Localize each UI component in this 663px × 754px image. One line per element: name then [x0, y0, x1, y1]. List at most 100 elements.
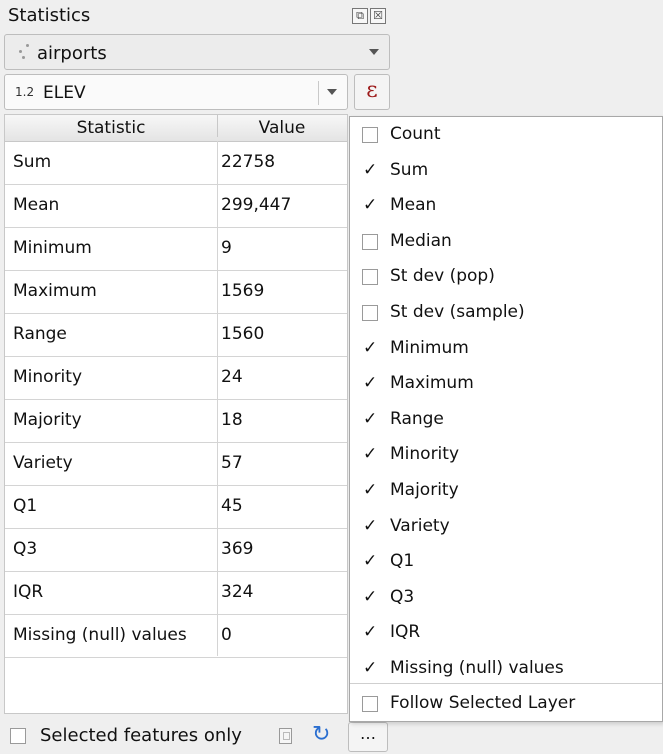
menu-item-majority[interactable]: Majority [350, 474, 662, 510]
menu-item-label: Majority [390, 480, 459, 500]
table-row[interactable]: Majority 18 [5, 399, 347, 443]
statistic-name-cell: Majority [13, 410, 82, 430]
table-row[interactable]: Minority 24 [5, 356, 347, 400]
copy-icon[interactable] [279, 728, 292, 744]
statistic-name-cell: Q1 [13, 496, 38, 516]
layer-selector[interactable]: airports [4, 34, 390, 70]
statistic-value-cell: 45 [221, 496, 243, 516]
statistic-name-cell: Minimum [13, 238, 92, 258]
selected-features-only-label[interactable]: Selected features only [40, 725, 242, 746]
menu-item-median[interactable]: Median [350, 225, 662, 261]
menu-item-count[interactable]: Count [350, 118, 662, 154]
panel-title: Statistics [8, 5, 91, 26]
table-row[interactable]: Missing (null) values 0 [5, 614, 347, 658]
menu-item-variety[interactable]: Variety [350, 510, 662, 546]
float-panel-icon[interactable]: ⧉ [352, 8, 368, 24]
menu-item-checkbox[interactable] [362, 444, 378, 464]
menu-item-q3[interactable]: Q3 [350, 581, 662, 617]
statistics-options-button[interactable]: … [348, 722, 388, 752]
statistic-name-cell: Q3 [13, 539, 38, 559]
menu-item-label: Count [390, 124, 441, 144]
menu-item-checkbox[interactable] [362, 551, 378, 571]
menu-item-label: Variety [390, 515, 450, 536]
statistic-name-cell: Mean [13, 195, 60, 215]
menu-item-label: St dev (sample) [390, 302, 525, 322]
table-row[interactable]: Minimum 9 [5, 227, 347, 271]
menu-item-q1[interactable]: Q1 [350, 545, 662, 581]
menu-item-checkbox[interactable] [362, 409, 378, 429]
menu-item-checkbox[interactable] [362, 233, 378, 250]
expression-button[interactable]: ε [354, 74, 390, 110]
statistics-table: Statistic Value Sum 22758 Mean 299,447 Minim… [4, 114, 348, 714]
table-row[interactable]: Q1 45 [5, 485, 347, 529]
menu-item-range[interactable]: Range [350, 403, 662, 439]
menu-item-maximum[interactable]: Maximum [350, 367, 662, 403]
table-row[interactable]: Range 1560 [5, 313, 347, 357]
table-row[interactable]: Maximum 1569 [5, 270, 347, 314]
menu-item-st-dev-pop[interactable]: St dev (pop) [350, 260, 662, 296]
selected-features-only-checkbox[interactable] [10, 728, 26, 744]
column-header-value[interactable]: Value [218, 115, 346, 141]
field-selector[interactable]: 1.2 ELEV [4, 74, 348, 110]
menu-item-checkbox[interactable] [362, 305, 378, 321]
refresh-icon[interactable]: ↻ [312, 723, 330, 747]
close-panel-icon[interactable]: ☒ [370, 8, 386, 24]
menu-item-checkbox[interactable] [362, 373, 378, 393]
menu-item-checkbox[interactable] [362, 658, 378, 678]
menu-item-checkbox[interactable] [362, 516, 378, 536]
statistic-name-cell: Missing (null) values [13, 625, 187, 645]
statistic-name-cell: Sum [13, 152, 52, 172]
chevron-down-icon [327, 89, 337, 95]
table-row[interactable]: Mean 299,447 [5, 184, 347, 228]
menu-item-st-dev-sample[interactable]: St dev (sample) [350, 296, 662, 332]
statistic-value-cell: 1569 [221, 281, 265, 301]
statistic-value-cell: 0 [221, 625, 232, 645]
panel-titlebar: Statistics ⧉ ☒ [0, 0, 392, 32]
menu-item-label: Minimum [390, 337, 469, 358]
table-row[interactable]: Variety 57 [5, 442, 347, 486]
menu-item-label: Mean [390, 195, 437, 216]
menu-item-label: Maximum [390, 373, 474, 394]
statistic-value-cell: 1560 [221, 324, 265, 344]
point-layer-icon [17, 42, 33, 62]
statistic-value-cell: 324 [221, 582, 254, 602]
statistic-value-cell: 57 [221, 453, 243, 473]
menu-item-iqr[interactable]: IQR [350, 616, 662, 652]
menu-item-follow-selected-layer[interactable]: Follow Selected Layer [350, 687, 662, 723]
follow-selected-layer-checkbox[interactable] [362, 696, 378, 712]
chevron-down-icon [369, 49, 379, 55]
menu-item-checkbox[interactable] [362, 160, 378, 180]
table-header: Statistic Value [5, 115, 347, 142]
titlebar-buttons: ⧉ ☒ [352, 8, 386, 24]
menu-item-checkbox[interactable] [362, 622, 378, 642]
table-row[interactable]: Sum 22758 [5, 141, 347, 185]
menu-item-minority[interactable]: Minority [350, 438, 662, 474]
menu-item-label: Q1 [390, 551, 415, 572]
menu-item-checkbox[interactable] [362, 587, 378, 607]
decimal-field-type-icon: 1.2 [15, 85, 35, 99]
statistic-name-cell: Minority [13, 367, 83, 387]
statistic-value-cell: 18 [221, 410, 243, 430]
table-row[interactable]: Q3 369 [5, 528, 347, 572]
menu-item-label: Sum [390, 159, 429, 180]
statistics-panel: Statistics ⧉ ☒ airports 1.2 ELEV ε Stati… [0, 0, 392, 754]
panel-footer: Selected features only ↻ … [0, 718, 392, 754]
menu-item-sum[interactable]: Sum [350, 154, 662, 190]
statistic-value-cell: 369 [221, 539, 254, 559]
menu-separator [350, 683, 662, 684]
layer-selector-value: airports [37, 43, 107, 64]
menu-item-checkbox[interactable] [362, 127, 378, 143]
statistic-name-cell: IQR [13, 582, 44, 602]
column-header-statistic[interactable]: Statistic [5, 115, 218, 138]
menu-item-checkbox[interactable] [362, 338, 378, 358]
menu-item-checkbox[interactable] [362, 480, 378, 500]
menu-item-label: Median [390, 230, 452, 251]
menu-item-label: IQR [390, 622, 421, 643]
menu-item-checkbox[interactable] [362, 195, 378, 215]
statistic-name-cell: Variety [13, 453, 73, 473]
table-row[interactable]: IQR 324 [5, 571, 347, 615]
combo-divider [318, 81, 319, 105]
menu-item-mean[interactable]: Mean [350, 189, 662, 225]
menu-item-minimum[interactable]: Minimum [350, 332, 662, 368]
menu-item-checkbox[interactable] [362, 269, 378, 286]
